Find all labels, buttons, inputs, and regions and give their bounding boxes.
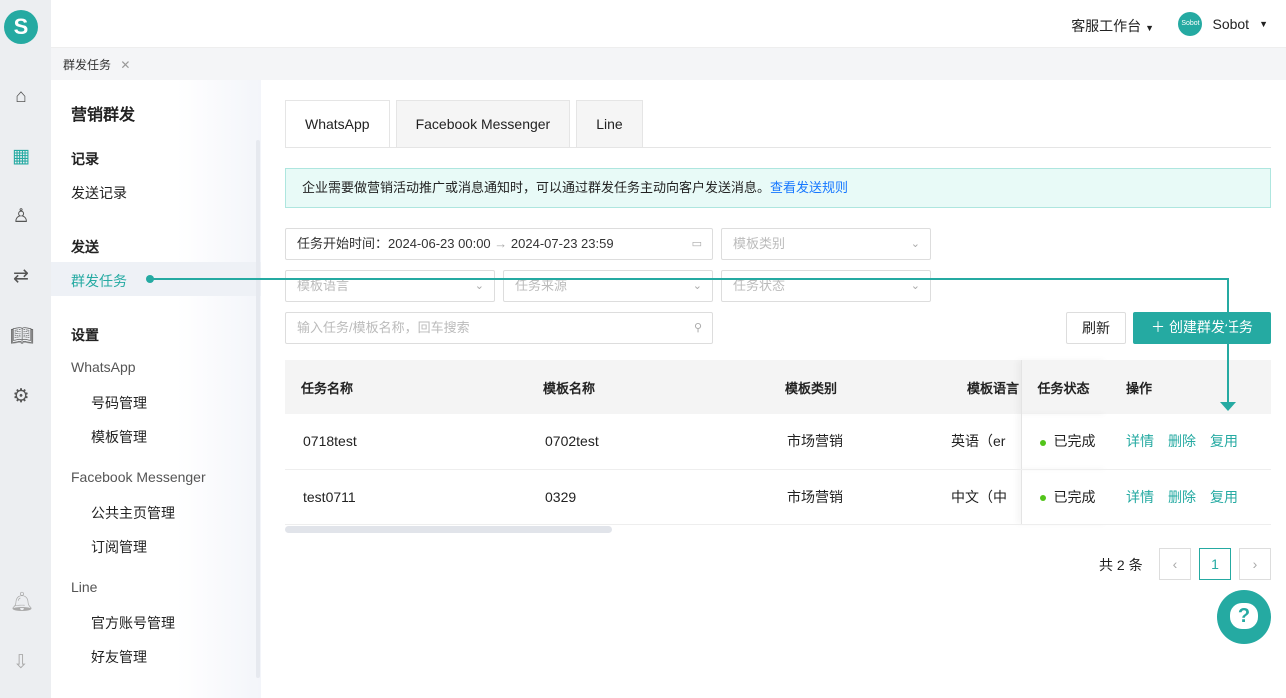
annotation-arrow	[146, 275, 1236, 411]
